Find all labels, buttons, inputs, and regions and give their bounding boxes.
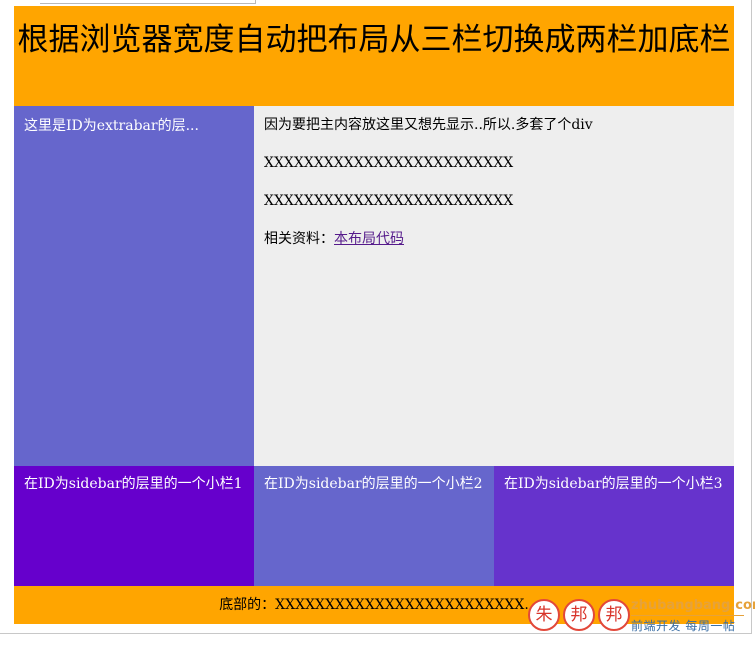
browser-tab-edge	[40, 0, 256, 4]
sidebar-box-text: 在ID为sidebar的层里的一个小栏2	[264, 476, 483, 492]
watermark-divider	[631, 615, 744, 616]
watermark-seal: 邦	[563, 599, 595, 631]
header: 根据浏览器宽度自动把布局从三栏切换成两栏加底栏	[14, 6, 734, 106]
sidebar-box-text: 在ID为sidebar的层里的一个小栏1	[24, 476, 243, 492]
page-container: 根据浏览器宽度自动把布局从三栏切换成两栏加底栏 这里是ID为extrabar的层…	[14, 6, 734, 624]
page-title: 根据浏览器宽度自动把布局从三栏切换成两栏加底栏	[17, 22, 731, 58]
main-line-1: XXXXXXXXXXXXXXXXXXXXXXXXX	[264, 155, 514, 171]
sidebar-box-3: 在ID为sidebar的层里的一个小栏3	[494, 466, 734, 586]
sidebar-box-2: 在ID为sidebar的层里的一个小栏2	[254, 466, 494, 586]
watermark-seal: 邦	[598, 599, 630, 631]
watermark-seal: 朱	[528, 599, 560, 631]
sidebar-box-1: 在ID为sidebar的层里的一个小栏1	[14, 466, 254, 586]
related-label: 相关资料：	[264, 231, 334, 247]
related-paragraph: 相关资料：本布局代码	[264, 230, 724, 248]
main-content: 因为要把主内容放这里又想先显示..所以.多套了个div XXXXXXXXXXXX…	[254, 106, 734, 466]
extrabar-text: 这里是ID为extrabar的层...	[24, 118, 199, 134]
main-line-2: XXXXXXXXXXXXXXXXXXXXXXXXX	[264, 193, 514, 209]
sidebar: 在ID为sidebar的层里的一个小栏1 在ID为sidebar的层里的一个小栏…	[14, 466, 734, 586]
main-intro: 因为要把主内容放这里又想先显示..所以.多套了个div	[264, 117, 593, 133]
sidebar-box-text: 在ID为sidebar的层里的一个小栏3	[504, 476, 723, 492]
content-row: 这里是ID为extrabar的层... 因为要把主内容放这里又想先显示..所以.…	[14, 106, 734, 466]
site-watermark: 朱 邦 邦 zhubangbang.com 前端开发 每周一帖	[528, 598, 755, 638]
watermark-domain: zhubangbang.com	[631, 598, 755, 613]
watermark-slogan: 前端开发 每周一帖	[631, 619, 736, 633]
footer-text: 底部的：XXXXXXXXXXXXXXXXXXXXXXXXX.	[219, 597, 529, 613]
window-frame-right	[751, 0, 752, 634]
extrabar: 这里是ID为extrabar的层...	[14, 106, 254, 466]
layout-code-link[interactable]: 本布局代码	[334, 231, 404, 247]
